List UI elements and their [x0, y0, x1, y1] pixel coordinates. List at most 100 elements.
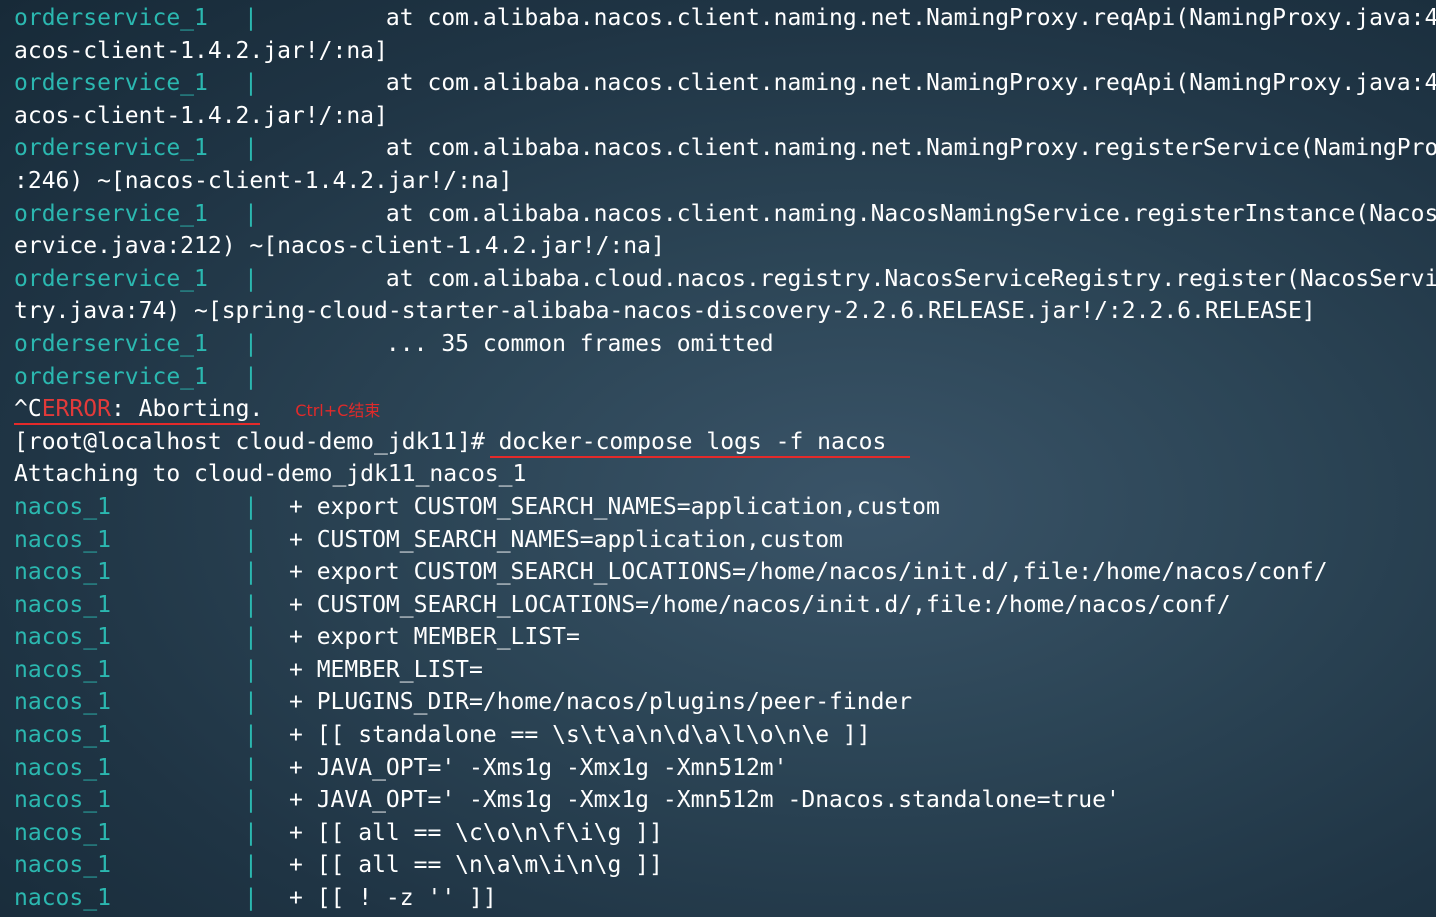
separator: |	[244, 330, 258, 357]
service-prefix: orderservice_1	[14, 265, 208, 292]
log-line: nacos_1 | + [[ all == \n\a\m\i\n\g ]]	[14, 849, 1436, 882]
log-text: + JAVA_OPT=' -Xms1g -Xmx1g -Xmn512m'	[289, 754, 788, 781]
aborting-text: : Aborting.	[110, 396, 264, 423]
log-line: try.java:74) ~[spring-cloud-starter-alib…	[14, 295, 1436, 328]
log-text: try.java:74) ~[spring-cloud-starter-alib…	[14, 298, 1316, 325]
log-text: at com.alibaba.nacos.client.naming.net.N…	[289, 135, 1436, 162]
log-text: at com.alibaba.nacos.client.naming.net.N…	[289, 70, 1436, 97]
log-text: + export MEMBER_LIST=	[289, 624, 580, 651]
separator: |	[244, 852, 258, 879]
log-line: nacos_1 | + [[ standalone == \s\t\a\n\d\a\…	[14, 719, 1436, 752]
log-line: ervice.java:212) ~[nacos-client-1.4.2.ja…	[14, 230, 1436, 263]
log-line: nacos_1 | + CUSTOM_SEARCH_LOCATIONS=/home/…	[14, 589, 1436, 622]
separator: |	[244, 819, 258, 846]
log-text: + [[ all == \n\a\m\i\n\g ]]	[289, 852, 663, 879]
log-line: nacos_1 | + [[ all == \c\o\n\f\i\g ]]	[14, 817, 1436, 850]
separator: |	[244, 689, 258, 716]
command-line[interactable]: [root@localhost cloud-demo_jdk11]# docke…	[14, 426, 1436, 459]
log-line: nacos_1 | + JAVA_OPT=' -Xms1g -Xmx1g -Xmn5…	[14, 752, 1436, 785]
separator: |	[244, 526, 258, 553]
separator: |	[244, 363, 258, 390]
separator: |	[244, 70, 258, 97]
service-prefix: orderservice_1	[14, 200, 208, 227]
log-line: acos-client-1.4.2.jar!/:na]	[14, 100, 1436, 133]
service-prefix: nacos_1	[14, 526, 111, 553]
log-line: orderservice_1 | ... 35 common frames omi…	[14, 328, 1436, 361]
log-text: + [[ all == \c\o\n\f\i\g ]]	[289, 819, 663, 846]
shell-prompt: [root@localhost cloud-demo_jdk11]#	[14, 428, 485, 455]
log-text: + export CUSTOM_SEARCH_NAMES=application…	[289, 493, 940, 520]
log-text: + PLUGINS_DIR=/home/nacos/plugins/peer-f…	[289, 689, 913, 716]
log-text: + CUSTOM_SEARCH_LOCATIONS=/home/nacos/in…	[289, 591, 1231, 618]
log-line: orderservice_1 | at com.alibaba.cloud.nac…	[14, 263, 1436, 296]
service-prefix: nacos_1	[14, 591, 111, 618]
log-text: + CUSTOM_SEARCH_NAMES=application,custom	[289, 526, 843, 553]
service-prefix: nacos_1	[14, 493, 111, 520]
service-prefix: nacos_1	[14, 852, 111, 879]
log-line: orderservice_1 | at com.alibaba.nacos.cli…	[14, 67, 1436, 100]
log-line: orderservice_1 | at com.alibaba.nacos.cli…	[14, 2, 1436, 35]
log-line: acos-client-1.4.2.jar!/:na]	[14, 35, 1436, 68]
separator: |	[244, 135, 258, 162]
terminal-output[interactable]: orderservice_1 | at com.alibaba.nacos.cli…	[14, 2, 1436, 917]
log-line: nacos_1 | + PLUGINS_DIR=/home/nacos/plugin…	[14, 686, 1436, 719]
log-text: at com.alibaba.nacos.client.naming.Nacos…	[289, 200, 1436, 227]
log-text: acos-client-1.4.2.jar!/:na]	[14, 37, 388, 64]
log-text: ervice.java:212) ~[nacos-client-1.4.2.ja…	[14, 233, 665, 260]
log-line: nacos_1 | + JAVA_OPT=' -Xms1g -Xmx1g -Xmn5…	[14, 784, 1436, 817]
service-prefix: orderservice_1	[14, 5, 208, 31]
service-prefix: nacos_1	[14, 819, 111, 846]
log-line: nacos_1 | + export CUSTOM_SEARCH_NAMES=app…	[14, 491, 1436, 524]
separator: |	[244, 5, 258, 31]
log-text: at com.alibaba.nacos.client.naming.net.N…	[289, 5, 1436, 31]
log-text: :246) ~[nacos-client-1.4.2.jar!/:na]	[14, 167, 513, 194]
attaching-text: Attaching to cloud-demo_jdk11_nacos_1	[14, 461, 527, 488]
log-text: + JAVA_OPT=' -Xms1g -Xmx1g -Xmn512m -Dna…	[289, 787, 1120, 814]
service-prefix: orderservice_1	[14, 330, 208, 357]
log-text: acos-client-1.4.2.jar!/:na]	[14, 102, 388, 129]
log-line: nacos_1 | + CUSTOM_SEARCH_NAMES=applicatio…	[14, 524, 1436, 557]
log-line: orderservice_1 | at com.alibaba.nacos.cli…	[14, 198, 1436, 231]
error-word: ERROR	[41, 396, 111, 423]
log-text: + MEMBER_LIST=	[289, 656, 483, 683]
log-line: Attaching to cloud-demo_jdk11_nacos_1	[14, 458, 1436, 491]
ctrl-c-marker: ^C	[14, 396, 42, 423]
log-line: :246) ~[nacos-client-1.4.2.jar!/:na]	[14, 165, 1436, 198]
service-prefix: nacos_1	[14, 656, 111, 683]
service-prefix: nacos_1	[14, 722, 111, 749]
service-prefix: orderservice_1	[14, 70, 208, 97]
log-text: + export CUSTOM_SEARCH_LOCATIONS=/home/n…	[289, 559, 1328, 586]
abort-line: ^CERROR: Aborting. Ctrl+C结束	[14, 393, 1436, 426]
log-line: orderservice_1 | at com.alibaba.nacos.cli…	[14, 132, 1436, 165]
service-prefix: nacos_1	[14, 689, 111, 716]
separator: |	[244, 656, 258, 683]
separator: |	[244, 787, 258, 814]
log-line: nacos_1 | + export CUSTOM_SEARCH_LOCATIONS…	[14, 556, 1436, 589]
command-text[interactable]: docker-compose logs -f nacos	[485, 429, 887, 455]
service-prefix: nacos_1	[14, 624, 111, 651]
log-text: + [[ standalone == \s\t\a\n\d\a\l\o\n\e …	[289, 722, 871, 749]
log-line: nacos_1 | + export MEMBER_LIST=	[14, 621, 1436, 654]
service-prefix: orderservice_1	[14, 363, 208, 390]
separator: |	[244, 754, 258, 781]
log-line: nacos_1 | + [[ ! -z '' ]]	[14, 882, 1436, 915]
log-line: orderservice_1 |	[14, 361, 1436, 394]
service-prefix: nacos_1	[14, 885, 111, 912]
separator: |	[244, 591, 258, 618]
service-prefix: orderservice_1	[14, 135, 208, 162]
separator: |	[244, 559, 258, 586]
separator: |	[244, 265, 258, 292]
log-line: nacos_1 | + MEMBER_LIST=	[14, 654, 1436, 687]
separator: |	[244, 624, 258, 651]
log-text: ... 35 common frames omitted	[289, 330, 774, 357]
service-prefix: nacos_1	[14, 787, 111, 814]
separator: |	[244, 200, 258, 227]
service-prefix: nacos_1	[14, 559, 111, 586]
separator: |	[244, 722, 258, 749]
log-text: + [[ ! -z '' ]]	[289, 885, 497, 912]
separator: |	[244, 493, 258, 520]
separator: |	[244, 885, 258, 912]
service-prefix: nacos_1	[14, 754, 111, 781]
annotation-label: Ctrl+C结束	[295, 401, 381, 421]
log-text: at com.alibaba.cloud.nacos.registry.Naco…	[289, 265, 1436, 292]
